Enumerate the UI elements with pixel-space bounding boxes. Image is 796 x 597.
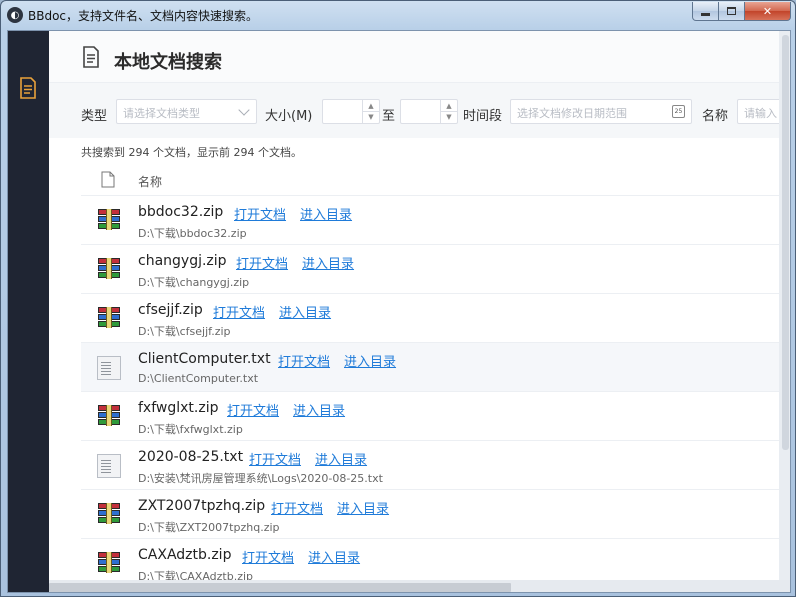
winrar-archive-icon: [97, 258, 121, 282]
table-row: ZXT2007tpzhq.zip 打开文档 进入目录 D:\下载\ZXT2007t…: [81, 490, 779, 539]
open-directory-link[interactable]: 进入目录: [300, 208, 352, 223]
winrar-archive-icon: [97, 503, 121, 527]
name-label: 名称: [702, 109, 729, 124]
sidebar: [8, 31, 49, 592]
file-name: CAXAdztb.zip: [138, 547, 232, 563]
size-label: 大小(M): [265, 109, 313, 124]
file-path: D:\下载\bbdoc32.zip: [138, 227, 247, 240]
table-row: ClientComputer.txt 打开文档 进入目录 D:\ClientCom…: [81, 343, 779, 392]
size-max-stepper[interactable]: ▲ ▼: [400, 99, 458, 124]
table-row: changygj.zip 打开文档 进入目录 D:\下载\changygj.zip: [81, 245, 779, 294]
file-name: ClientComputer.txt: [138, 351, 271, 367]
table-row: 2020-08-25.txt 打开文档 进入目录 D:\安装\梵讯房屋管理系统\L…: [81, 441, 779, 490]
open-document-link[interactable]: 打开文档: [242, 551, 294, 566]
file-path: D:\下载\cfsejjf.zip: [138, 325, 231, 338]
text-file-icon: [97, 454, 121, 478]
date-range-picker[interactable]: 选择文档修改日期范围 25: [510, 99, 692, 124]
table-row: bbdoc32.zip 打开文档 进入目录 D:\下载\bbdoc32.zip: [81, 196, 779, 245]
winrar-archive-icon: [97, 552, 121, 576]
stepper-down-icon[interactable]: ▼: [440, 111, 457, 123]
result-summary: 共搜索到 294 个文档，显示前 294 个文档。: [81, 146, 302, 159]
open-directory-link[interactable]: 进入目录: [302, 257, 354, 272]
file-name: bbdoc32.zip: [138, 204, 224, 220]
open-directory-link[interactable]: 进入目录: [337, 502, 389, 517]
type-placeholder: 请选择文档类型: [123, 107, 200, 120]
table-row: fxfwglxt.zip 打开文档 进入目录 D:\下载\fxfwglxt.zip: [81, 392, 779, 441]
chevron-down-icon: [238, 104, 250, 116]
name-placeholder: 请输入: [744, 107, 777, 120]
table-row: CAXAdztb.zip 打开文档 进入目录 D:\下载\CAXAdztb.zip: [81, 539, 779, 580]
vertical-scroll-thumb[interactable]: [782, 35, 789, 450]
document-icon: [83, 46, 99, 68]
file-name: 2020-08-25.txt: [138, 449, 244, 465]
winrar-archive-icon: [97, 405, 121, 429]
table-header: 名称: [81, 164, 779, 196]
file-path: D:\下载\changygj.zip: [138, 276, 250, 289]
result-list: bbdoc32.zip 打开文档 进入目录 D:\下载\bbdoc32.zip c…: [81, 196, 779, 580]
date-range-placeholder: 选择文档修改日期范围: [517, 107, 627, 120]
file-name: ZXT2007tpzhq.zip: [138, 498, 266, 514]
file-name: changygj.zip: [138, 253, 227, 269]
winrar-archive-icon: [97, 209, 121, 233]
open-document-link[interactable]: 打开文档: [234, 208, 286, 223]
maximize-icon: [727, 7, 736, 15]
file-path: D:\下载\ZXT2007tpzhq.zip: [138, 521, 280, 534]
winrar-archive-icon: [97, 307, 121, 331]
title-bar[interactable]: ◐ BBdoc，支持文件名、文档内容快速搜索。 ✕: [1, 1, 796, 29]
file-name: fxfwglxt.zip: [138, 400, 219, 416]
page-header: 本地文档搜索: [49, 31, 779, 83]
time-label: 时间段: [463, 109, 503, 124]
type-label: 类型: [81, 109, 108, 124]
open-directory-link[interactable]: 进入目录: [279, 306, 331, 321]
window-title: BBdoc，支持文件名、文档内容快速搜索。: [28, 9, 259, 23]
file-icon: [101, 171, 115, 188]
horizontal-scrollbar[interactable]: [49, 580, 790, 592]
column-name-header[interactable]: 名称: [138, 173, 162, 190]
close-button[interactable]: ✕: [745, 2, 791, 21]
open-document-link[interactable]: 打开文档: [213, 306, 265, 321]
minimize-button[interactable]: [692, 2, 719, 21]
open-directory-link[interactable]: 进入目录: [308, 551, 360, 566]
calendar-icon: 25: [672, 105, 685, 118]
bbdoc-logo-icon: ◐: [7, 7, 23, 23]
vertical-scrollbar[interactable]: [779, 31, 790, 580]
name-search-input[interactable]: 请输入: [737, 99, 779, 124]
main-panel: 本地文档搜索 类型 请选择文档类型 大小(M) ▲ ▼ 至 ▲ ▼ 时间段 选择…: [49, 31, 790, 592]
file-path: D:\ClientComputer.txt: [138, 372, 259, 385]
size-min-stepper[interactable]: ▲ ▼: [322, 99, 380, 124]
open-directory-link[interactable]: 进入目录: [344, 355, 396, 370]
horizontal-scroll-thumb[interactable]: [49, 583, 511, 592]
window-frame: ◐ BBdoc，支持文件名、文档内容快速搜索。 ✕ 本地文档搜索 类型 请选择文…: [0, 0, 796, 597]
to-label: 至: [382, 109, 396, 124]
file-name: cfsejjf.zip: [138, 302, 203, 318]
maximize-button[interactable]: [719, 2, 745, 21]
close-icon: ✕: [762, 4, 773, 18]
page-title: 本地文档搜索: [114, 52, 222, 73]
stepper-down-icon[interactable]: ▼: [362, 111, 379, 123]
minimize-icon: [701, 12, 710, 16]
table-row: cfsejjf.zip 打开文档 进入目录 D:\下载\cfsejjf.zip: [81, 294, 779, 343]
open-document-link[interactable]: 打开文档: [278, 355, 330, 370]
open-document-link[interactable]: 打开文档: [227, 404, 279, 419]
file-path: D:\下载\fxfwglxt.zip: [138, 423, 243, 436]
document-icon[interactable]: [19, 77, 37, 99]
file-path: D:\下载\CAXAdztb.zip: [138, 570, 254, 580]
open-directory-link[interactable]: 进入目录: [293, 404, 345, 419]
open-document-link[interactable]: 打开文档: [271, 502, 323, 517]
client-area: 本地文档搜索 类型 请选择文档类型 大小(M) ▲ ▼ 至 ▲ ▼ 时间段 选择…: [7, 30, 791, 593]
open-document-link[interactable]: 打开文档: [249, 453, 301, 468]
open-directory-link[interactable]: 进入目录: [315, 453, 367, 468]
content-area: 本地文档搜索 类型 请选择文档类型 大小(M) ▲ ▼ 至 ▲ ▼ 时间段 选择…: [49, 31, 779, 580]
open-document-link[interactable]: 打开文档: [236, 257, 288, 272]
text-file-icon: [97, 356, 121, 380]
file-path: D:\安装\梵讯房屋管理系统\Logs\2020-08-25.txt: [138, 472, 383, 485]
type-select[interactable]: 请选择文档类型: [116, 99, 257, 124]
